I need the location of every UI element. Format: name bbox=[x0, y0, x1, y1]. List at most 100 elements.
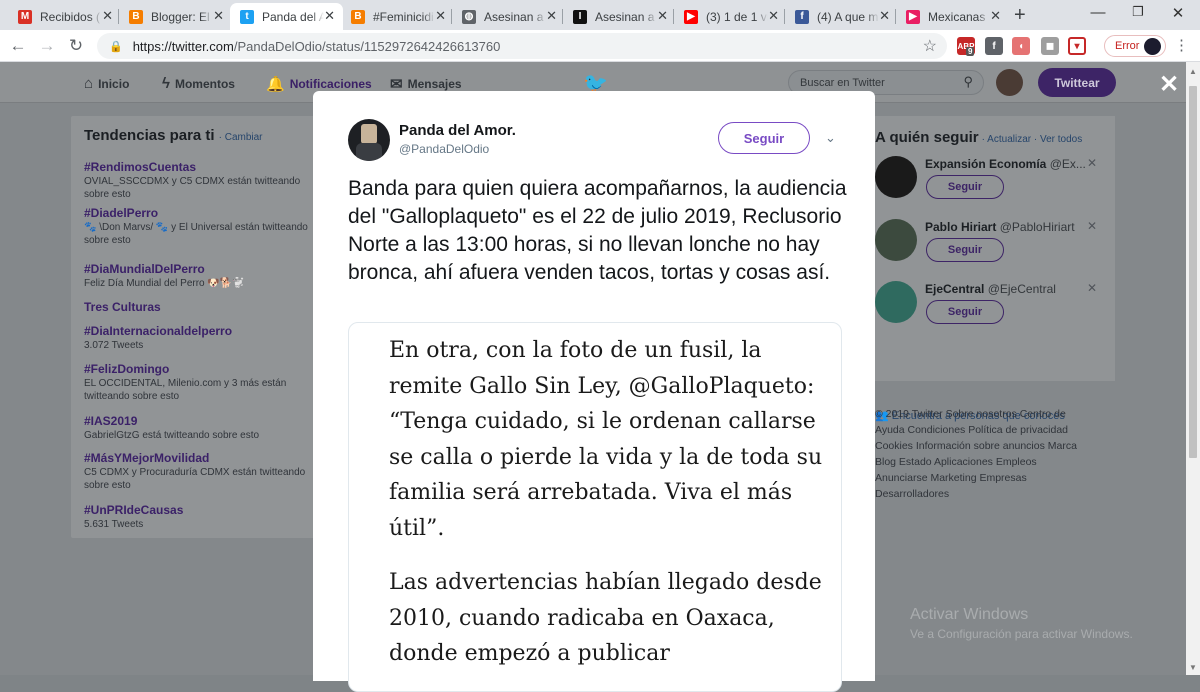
trend-item[interactable]: #MásYMejorMovilidad C5 CDMX y Procuradurí… bbox=[84, 451, 309, 492]
page-scrollbar[interactable]: ▲ ▼ bbox=[1186, 62, 1200, 675]
account-name[interactable]: Pablo Hiriart @PabloHiriart bbox=[925, 220, 1075, 234]
trend-tag[interactable]: Tres Culturas bbox=[84, 300, 309, 314]
close-tab-icon[interactable]: ✕ bbox=[546, 8, 557, 24]
tab-title: Asesinan a bbox=[595, 9, 655, 24]
tweet-text: Banda para quien quiera acompañarnos, la… bbox=[348, 177, 847, 284]
tab-separator bbox=[118, 9, 119, 24]
trend-item[interactable]: #RendimosCuentas OVIAL_SSCCDMX y C5 CDMX … bbox=[84, 160, 309, 201]
adblock-extension-icon[interactable]: ABP 9 bbox=[957, 37, 975, 56]
new-tab-button[interactable]: + bbox=[1014, 4, 1026, 27]
dismiss-icon[interactable]: ✕ bbox=[1087, 281, 1097, 295]
account-name[interactable]: EjeCentral @EjeCentral bbox=[925, 282, 1056, 296]
trend-item[interactable]: #UnPRIdeCausas 5.631 Tweets bbox=[84, 503, 309, 531]
twitter-footer[interactable]: © 2019 Twitter Sobre nosotros Centro de … bbox=[875, 406, 1090, 502]
close-tab-icon[interactable]: ✕ bbox=[435, 8, 446, 24]
browser-tab[interactable]: I Asesinan a ✕ bbox=[563, 3, 676, 30]
close-tab-icon[interactable]: ✕ bbox=[657, 8, 668, 24]
close-tab-icon[interactable]: ✕ bbox=[324, 8, 335, 24]
account-name[interactable]: Expansión Economía @Ex... bbox=[925, 157, 1086, 171]
browser-tab[interactable]: ▶ Mexicanas ✕ bbox=[896, 3, 1009, 30]
trend-item[interactable]: #DiaMundialDelPerro Feliz Día Mundial del… bbox=[84, 262, 309, 290]
search-icon[interactable]: ⚲ bbox=[963, 74, 973, 90]
account-avatar[interactable] bbox=[875, 219, 917, 261]
account-avatar[interactable] bbox=[875, 281, 917, 323]
nav-moments[interactable]: ϟ Momentos bbox=[162, 75, 235, 92]
forward-icon[interactable]: → bbox=[37, 36, 57, 56]
trend-tag[interactable]: #DiaInternacionaldelperro bbox=[84, 324, 309, 338]
tweet-modal: Panda del Amor. @PandaDelOdio Seguir ⌄ B… bbox=[313, 91, 875, 692]
browser-tab[interactable]: f (4) A que m ✕ bbox=[785, 3, 898, 30]
trend-tag[interactable]: #DiadelPerro bbox=[84, 206, 309, 220]
home-icon: ⌂ bbox=[84, 75, 94, 92]
account-avatar[interactable] bbox=[875, 156, 917, 198]
trend-tag[interactable]: #UnPRIdeCausas bbox=[84, 503, 309, 517]
tab-title: Asesinan a bbox=[484, 9, 544, 24]
facebook-icon: f bbox=[795, 9, 809, 24]
close-tab-icon[interactable]: ✕ bbox=[990, 8, 1001, 24]
trend-item[interactable]: #DiadelPerro 🐾 \Don Marvs/ 🐾 y El Univers… bbox=[84, 206, 309, 247]
close-tab-icon[interactable]: ✕ bbox=[102, 8, 113, 24]
tab-title: #Feminicidi bbox=[373, 9, 434, 24]
trend-context: EL OCCIDENTAL, Milenio.com y 3 más están… bbox=[84, 378, 287, 402]
user-avatar[interactable] bbox=[996, 69, 1023, 96]
address-bar[interactable]: 🔒 https://twitter.com/PandaDelOdio/statu… bbox=[97, 33, 947, 59]
puzzle-extension-icon[interactable]: ◼ bbox=[1041, 37, 1059, 55]
trend-tag[interactable]: #IAS2019 bbox=[84, 414, 309, 428]
close-tab-icon[interactable]: ✕ bbox=[768, 8, 779, 24]
browser-tab[interactable]: B #Feminicidi ✕ bbox=[341, 3, 454, 30]
trend-item[interactable]: #FelizDomingo EL OCCIDENTAL, Milenio.com … bbox=[84, 362, 309, 403]
tab-separator bbox=[673, 9, 674, 24]
follow-button[interactable]: Seguir bbox=[718, 122, 810, 154]
trend-item[interactable]: Tres Culturas bbox=[84, 300, 309, 315]
minimize-icon[interactable]: — bbox=[1088, 4, 1108, 21]
trend-tag[interactable]: #DiaMundialDelPerro bbox=[84, 262, 309, 276]
tab-separator bbox=[451, 9, 452, 24]
trends-title-text: Tendencias para ti bbox=[84, 127, 215, 144]
tweet-media-image[interactable]: En otra, con la foto de un fusil, la rem… bbox=[348, 322, 842, 692]
dismiss-icon[interactable]: ✕ bbox=[1087, 156, 1097, 170]
scroll-up-arrow-icon[interactable]: ▲ bbox=[1189, 67, 1197, 76]
close-tab-icon[interactable]: ✕ bbox=[213, 8, 224, 24]
trend-tag[interactable]: #RendimosCuentas bbox=[84, 160, 309, 174]
close-window-icon[interactable]: ✕ bbox=[1168, 4, 1188, 22]
trend-tag[interactable]: #MásYMejorMovilidad bbox=[84, 451, 309, 465]
reload-icon[interactable]: ↻ bbox=[66, 36, 86, 56]
restore-icon[interactable]: ❐ bbox=[1128, 4, 1148, 20]
tweet-compose-button[interactable]: Twittear bbox=[1038, 68, 1116, 97]
tweet-author-name[interactable]: Panda del Amor. bbox=[399, 122, 516, 139]
dismiss-icon[interactable]: ✕ bbox=[1087, 219, 1097, 233]
close-modal-icon[interactable]: ✕ bbox=[1159, 70, 1179, 99]
globe-icon: ◍ bbox=[462, 9, 476, 24]
trend-tag[interactable]: #FelizDomingo bbox=[84, 362, 309, 376]
who-to-follow-links[interactable]: · Actualizar · Ver todos bbox=[982, 134, 1083, 145]
browser-menu-icon[interactable]: ⋮ bbox=[1174, 36, 1189, 54]
tweet-author-avatar[interactable] bbox=[348, 119, 390, 161]
pocket-extension-icon[interactable]: ▾ bbox=[1068, 37, 1086, 55]
browser-tab[interactable]: B Blogger: El ✕ bbox=[119, 3, 232, 30]
url-path: /PandaDelOdio/status/1152972642426613760 bbox=[233, 38, 501, 54]
bookmark-star-icon[interactable]: ☆ bbox=[923, 36, 937, 56]
trend-item[interactable]: #DiaInternacionaldelperro 3.072 Tweets bbox=[84, 324, 309, 352]
facebook-extension-icon[interactable]: f bbox=[985, 37, 1003, 55]
trends-title: Tendencias para ti · Cambiar bbox=[84, 127, 263, 144]
scrollbar-thumb[interactable] bbox=[1189, 86, 1197, 458]
browser-tab[interactable]: ▶ (3) 1 de 1 vi ✕ bbox=[674, 3, 787, 30]
tweet-author-handle[interactable]: @PandaDelOdio bbox=[399, 142, 489, 156]
profile-error-button[interactable]: Error bbox=[1104, 35, 1166, 57]
follow-account-button[interactable]: Seguir bbox=[926, 238, 1004, 262]
follow-account-button[interactable]: Seguir bbox=[926, 300, 1004, 324]
browser-tab[interactable]: ◍ Asesinan a ✕ bbox=[452, 3, 565, 30]
cast-extension-icon[interactable]: ◖ bbox=[1012, 37, 1030, 55]
chevron-down-icon[interactable]: ⌄ bbox=[825, 130, 836, 146]
scroll-down-arrow-icon[interactable]: ▼ bbox=[1189, 663, 1197, 672]
follow-account-button[interactable]: Seguir bbox=[926, 175, 1004, 199]
close-tab-icon[interactable]: ✕ bbox=[879, 8, 890, 24]
browser-tab[interactable]: t Panda del A ✕ bbox=[230, 3, 343, 30]
trend-item[interactable]: #IAS2019 GabrielGtzG está twitteando sobr… bbox=[84, 414, 309, 442]
tab-title: Recibidos ( bbox=[40, 9, 101, 24]
browser-tab[interactable]: M Recibidos (✕ bbox=[8, 3, 121, 30]
nav-messages-label: Mensajes bbox=[407, 77, 462, 91]
nav-home[interactable]: ⌂ Inicio bbox=[84, 75, 129, 92]
back-icon[interactable]: ← bbox=[8, 36, 28, 56]
trends-change-link[interactable]: · Cambiar bbox=[219, 132, 263, 143]
